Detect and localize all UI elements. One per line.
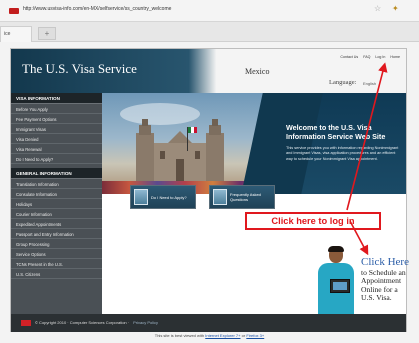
sidebar-item-immigrant-visas[interactable]: Immigrant Visas [11,124,102,134]
hero-title: Welcome to the U.S. Visa Information Ser… [286,123,386,141]
faq-link[interactable]: FAQ [363,55,370,59]
log-in-link[interactable]: Log In [375,55,385,59]
address-bar[interactable]: http://www.usvisa-info.com/en-MX/selfser… [0,0,419,22]
laptop-screen [333,282,347,290]
site-footer: © Copyright 2010 · Computer Sciences Cor… [11,314,406,332]
sidebar-item-us-citizens[interactable]: U.S. Citizens [11,269,102,279]
sidebar-item-fee-payment[interactable]: Fee Payment Options [11,114,102,124]
hero-banner: Welcome to the U.S. Visa Information Ser… [102,93,406,194]
faq-button[interactable]: Frequently Asked Questions [209,185,275,209]
home-link[interactable]: Home [390,55,400,59]
sidebar-item-before-you-apply[interactable]: Before You Apply [11,104,102,114]
new-tab-button[interactable]: + [38,27,56,40]
sidebar: VISA INFORMATION Before You Apply Fee Pa… [11,93,102,314]
content-area: Click here to log in Click Here to Sched… [102,194,409,314]
language-label: Language: [329,79,357,86]
site-header: The U.S. Visa Service Mexico Contact Us … [11,49,406,93]
laptop-icon [330,279,350,293]
contact-us-link[interactable]: Contact Us [340,55,358,59]
hero-body: This service provides you with informati… [286,146,399,161]
firefox-link[interactable]: Firefox 3+ [246,333,264,338]
sidebar-item-service-options[interactable]: Service Options [11,249,102,259]
schedule-appointment-text[interactable]: to Schedule an Appointment Online for a … [361,268,409,303]
mexico-flag-icon [188,127,197,133]
language-select[interactable]: English [363,81,376,86]
apply-thumbnail-icon [134,189,148,205]
puzzle-icon[interactable]: ✦ [392,4,399,13]
footer-text: © Copyright 2010 · Computer Sciences Cor… [35,320,158,325]
faq-label: Frequently Asked Questions [230,192,261,202]
cathedral-illustration [136,119,224,181]
person-with-laptop [312,246,360,314]
copyright-text: © Copyright 2010 · Computer Sciences Cor… [35,320,130,325]
sidebar-item-translation[interactable]: Translation Information [11,179,102,189]
sidebar-item-tcns[interactable]: TCNs Present in the U.S. [11,259,102,269]
privacy-policy-link[interactable]: Privacy Policy [133,320,158,325]
top-links: Contact Us FAQ Log In Home [340,55,400,59]
need-to-apply-button[interactable]: Do I Need to Apply? [130,185,196,209]
best-viewed-notice: This site is best viewed with Internet E… [0,333,419,338]
tab-strip: ice + [0,22,419,42]
sidebar-item-passport[interactable]: Passport and Entry Information [11,229,102,239]
sidebar-item-courier[interactable]: Courier Information [11,209,102,219]
sidebar-item-holidays[interactable]: Holidays [11,199,102,209]
best-viewed-prefix: This site is best viewed with [154,333,205,338]
web-page: The U.S. Visa Service Mexico Contact Us … [10,48,409,332]
star-icon[interactable]: ☆ [374,4,381,13]
sidebar-item-expedited[interactable]: Expedited Appointments [11,219,102,229]
sidebar-item-visa-denied[interactable]: Visa Denied [11,134,102,144]
sidebar-item-need-to-apply[interactable]: Do I Need to Apply? [11,154,102,164]
internet-explorer-link[interactable]: Internet Explorer 7+ [205,333,240,338]
login-callout: Click here to log in [245,212,381,230]
sidebar-heading-visa: VISA INFORMATION [11,93,102,104]
favicon-icon [9,8,19,14]
sidebar-heading-general: GENERAL INFORMATION [11,168,102,179]
faq-thumbnail-icon [213,189,227,205]
browser-tab[interactable]: ice [0,26,32,42]
url-text[interactable]: http://www.usvisa-info.com/en-MX/selfser… [23,6,171,12]
need-to-apply-label: Do I Need to Apply? [151,194,187,200]
cathedral-photo [102,93,268,194]
sidebar-item-visa-renewal[interactable]: Visa Renewal [11,144,102,154]
click-here-link[interactable]: Click Here [361,256,409,268]
person-hair [328,246,344,252]
csc-logo-icon [21,320,31,326]
sidebar-item-consulate[interactable]: Consulate Information [11,189,102,199]
country-name: Mexico [245,67,270,76]
best-viewed-or: or [241,333,246,338]
browser-window: http://www.usvisa-info.com/en-MX/selfser… [0,0,419,343]
sidebar-item-group-processing[interactable]: Group Processing [11,239,102,249]
site-title: The U.S. Visa Service [22,61,137,76]
